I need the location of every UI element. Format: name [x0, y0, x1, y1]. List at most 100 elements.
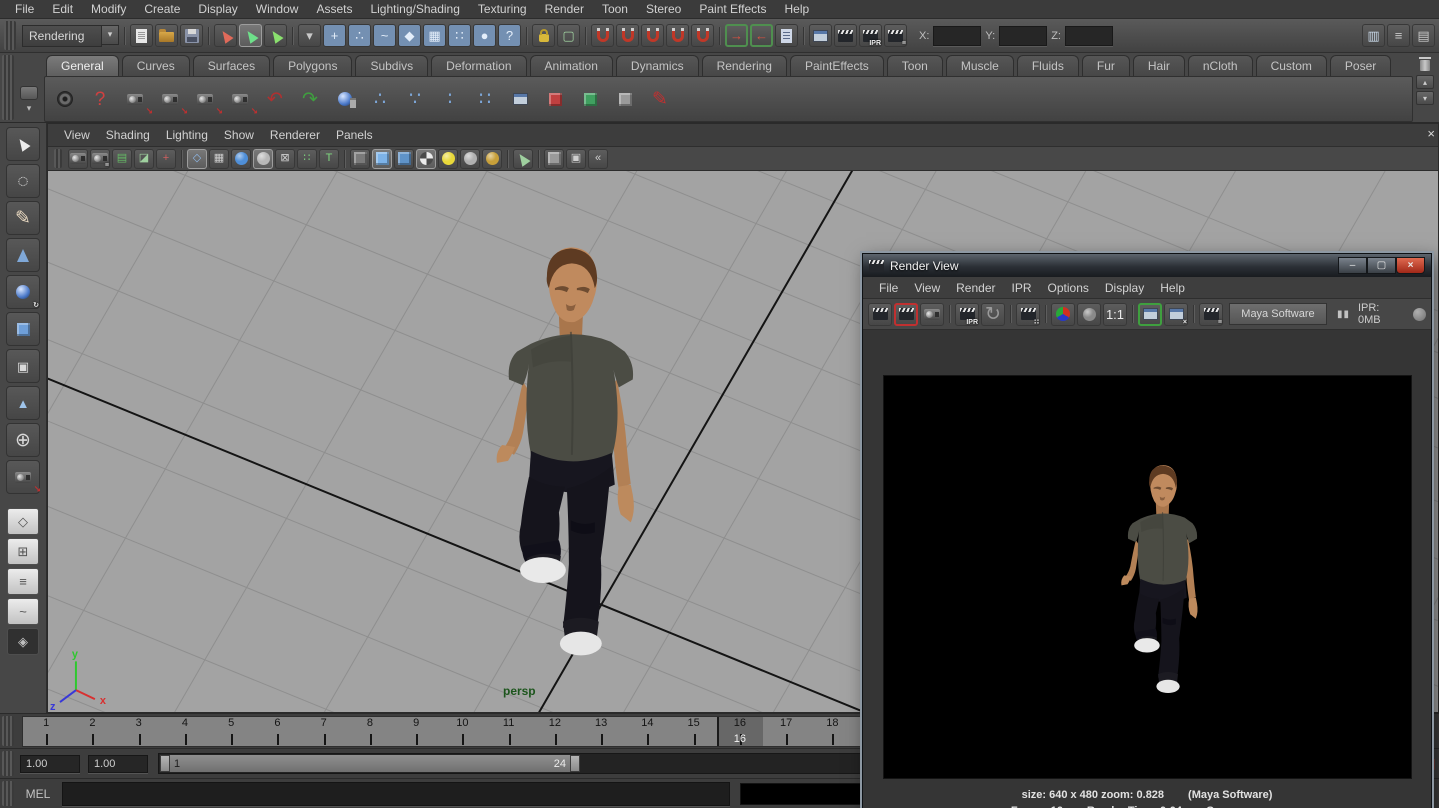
menu-render[interactable]: Render [536, 0, 593, 18]
open-scene-icon[interactable] [155, 24, 178, 47]
select-object-icon[interactable] [239, 24, 262, 47]
shelf-tab-muscle[interactable]: Muscle [946, 55, 1014, 76]
timeline-frame-13[interactable]: 13 [578, 717, 624, 746]
image-plane-icon[interactable]: ◪ [134, 149, 154, 169]
render-current-frame-icon[interactable] [834, 24, 857, 47]
command-line-language-toggle[interactable]: MEL [20, 787, 56, 801]
timeline-frame-16[interactable]: 1616 [717, 717, 763, 746]
render-region-icon[interactable]: ∷ [1016, 303, 1040, 326]
last-tool-icon[interactable]: ↘ [6, 460, 40, 494]
menu-create[interactable]: Create [135, 0, 189, 18]
select-camera-icon[interactable] [68, 149, 88, 169]
bookmarks-icon[interactable]: ▤ [112, 149, 132, 169]
share-view-icon[interactable]: « [588, 149, 608, 169]
menu-window[interactable]: Window [247, 0, 308, 18]
use-all-lights-icon[interactable] [416, 149, 436, 169]
maya-home-icon[interactable]: ◈ [7, 628, 39, 655]
graph-layout-button[interactable]: ~ [7, 598, 39, 625]
timeline-frame-1[interactable]: 1 [23, 717, 69, 746]
shelf-tab-subdivs[interactable]: Subdivs [355, 55, 428, 76]
viewport-close-icon[interactable]: × [1427, 126, 1435, 141]
hypergraph-icon[interactable] [504, 83, 536, 115]
redo-previous-render-icon[interactable] [894, 303, 918, 326]
mask-surfaces-icon[interactable]: ◆ [398, 24, 421, 47]
timeline-frame-6[interactable]: 6 [254, 717, 300, 746]
shelf-tab-poser[interactable]: Poser [1330, 55, 1391, 76]
paint-select-tool-icon[interactable]: ✎ [6, 201, 40, 235]
delete-history-icon[interactable] [329, 83, 361, 115]
snap-point-icon[interactable] [641, 24, 664, 47]
animation-start-field[interactable] [20, 755, 80, 773]
wireframe-icon[interactable] [350, 149, 370, 169]
shelf-tab-hair[interactable]: Hair [1133, 55, 1185, 76]
timeline-frame-17[interactable]: 17 [763, 717, 809, 746]
menu-edit[interactable]: Edit [43, 0, 82, 18]
minimize-button[interactable]: – [1338, 257, 1367, 274]
open-render-settings-icon[interactable]: ≡ [1199, 303, 1223, 326]
shelf-tab-general[interactable]: General [46, 55, 119, 76]
cmdline-drag-handle[interactable] [2, 781, 14, 806]
redo-icon[interactable]: ↷ [294, 83, 326, 115]
menu-stereo[interactable]: Stereo [637, 0, 690, 18]
joint-tool-icon[interactable]: ∴ [364, 83, 396, 115]
safe-title-icon[interactable]: T [319, 149, 339, 169]
render-settings-icon[interactable]: ≡ [884, 24, 907, 47]
viewport-menu-shading[interactable]: Shading [98, 126, 158, 144]
render-current-frame-icon[interactable] [868, 303, 892, 326]
mask-joints-icon[interactable]: ∴ [348, 24, 371, 47]
select-component-icon[interactable] [264, 24, 287, 47]
timeline-frame-10[interactable]: 10 [439, 717, 485, 746]
shelf-tab-fur[interactable]: Fur [1082, 55, 1130, 76]
mask-rendering-icon[interactable]: ● [473, 24, 496, 47]
move-tool-icon[interactable] [6, 238, 40, 272]
range-start-handle[interactable] [160, 755, 170, 772]
ik-spline-icon[interactable]: ∷ [469, 83, 501, 115]
mel-command-input[interactable] [62, 782, 730, 806]
input-connections-icon[interactable]: → [725, 24, 748, 47]
viewport-bar-drag-handle[interactable] [54, 149, 62, 168]
single-pane-icon[interactable] [544, 149, 564, 169]
safe-action-icon[interactable]: ∷ [297, 149, 317, 169]
remove-image-icon[interactable]: × [1164, 303, 1188, 326]
select-tool-icon[interactable] [6, 127, 40, 161]
duplicate-special-icon[interactable] [574, 83, 606, 115]
camera-attributes-icon[interactable]: ≡ [90, 149, 110, 169]
rv-menu-help[interactable]: Help [1152, 279, 1193, 297]
snap-projected-center-icon[interactable] [666, 24, 689, 47]
shelf-tab-animation[interactable]: Animation [530, 55, 613, 76]
timeline-frame-4[interactable]: 4 [162, 717, 208, 746]
playback-start-field[interactable] [88, 755, 148, 773]
timeline-frame-11[interactable]: 11 [486, 717, 532, 746]
rgb-channels-icon[interactable] [1051, 303, 1075, 326]
shelf-tab-custom[interactable]: Custom [1256, 55, 1327, 76]
timeline-frame-8[interactable]: 8 [347, 717, 393, 746]
shelf-scroll-down-icon[interactable]: ▾ [1416, 91, 1434, 105]
viewport-menu-renderer[interactable]: Renderer [262, 126, 328, 144]
viewport-menu-view[interactable]: View [56, 126, 98, 144]
camera-roll-icon[interactable]: ↘ [154, 83, 186, 115]
mask-misc-icon[interactable]: ? [498, 24, 521, 47]
gate-mask-icon[interactable] [253, 149, 273, 169]
no-lights-icon[interactable] [460, 149, 480, 169]
channel-box-toggle-icon[interactable]: ▤ [1412, 24, 1435, 47]
save-scene-icon[interactable] [180, 24, 203, 47]
menu-display[interactable]: Display [189, 0, 246, 18]
shelf-tab-ncloth[interactable]: nCloth [1188, 55, 1253, 76]
mask-curves-icon[interactable]: ~ [373, 24, 396, 47]
shelf-tab-curves[interactable]: Curves [122, 55, 190, 76]
x-coordinate-input[interactable] [933, 26, 981, 46]
snap-grid-icon[interactable] [591, 24, 614, 47]
render-reel-icon[interactable] [49, 83, 81, 115]
camera-track-icon[interactable]: ↘ [189, 83, 221, 115]
menu-set-dropdown-arrow[interactable]: ▾ [102, 25, 119, 45]
viewport-menu-lighting[interactable]: Lighting [158, 126, 216, 144]
menu-help[interactable]: Help [776, 0, 819, 18]
z-coordinate-input[interactable] [1065, 26, 1113, 46]
ipr-render-icon[interactable]: IPR [859, 24, 882, 47]
highlight-selection-icon[interactable]: ▢ [557, 24, 580, 47]
group-icon[interactable] [609, 83, 641, 115]
timeline-frame-14[interactable]: 14 [624, 717, 670, 746]
range-end-handle[interactable] [570, 755, 580, 772]
delete-shelf-item-icon[interactable] [1415, 55, 1435, 73]
character-model[interactable] [497, 247, 634, 655]
